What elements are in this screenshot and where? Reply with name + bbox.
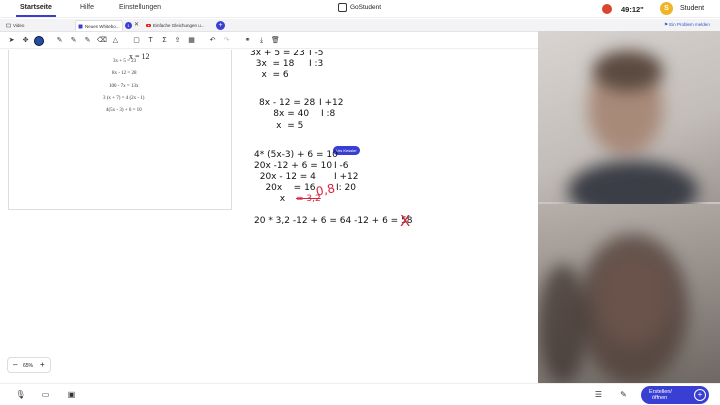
- plus-icon: +: [694, 389, 706, 401]
- tab-label: Neues Whitebo...: [85, 24, 120, 29]
- tab-user-badge: 1: [125, 22, 132, 29]
- tab-youtube[interactable]: Einfache Gleichungen u...: [144, 20, 214, 31]
- worksheet-page: x = 12 3x + 5 = 23 8x - 12 = 28 100 - 7x…: [8, 50, 232, 210]
- handwritten-operation: I -5: [309, 50, 324, 58]
- worksheet-line: 100 - 7x = 13x: [109, 84, 139, 89]
- report-problem-label: Ein Problem melden: [669, 22, 710, 27]
- zoom-out-button[interactable]: –: [13, 360, 17, 370]
- zoom-control: – 65% +: [7, 357, 51, 373]
- screen-share-icon[interactable]: ▣: [66, 389, 77, 400]
- tab-whiteboard[interactable]: Neues Whitebo...: [75, 20, 123, 31]
- download-icon[interactable]: ⤓: [257, 36, 266, 45]
- handwritten-equation: 20x = 16: [254, 183, 316, 193]
- handwritten-operation: I: 20: [336, 183, 356, 193]
- handwritten-equation: 20x -12 + 6 = 10: [254, 161, 333, 171]
- handwritten-operation: I +12: [334, 172, 359, 182]
- zoom-in-button[interactable]: +: [40, 360, 45, 370]
- logo-text: GoStudent: [350, 4, 382, 11]
- upload-icon[interactable]: ⇪: [173, 36, 182, 45]
- link-icon[interactable]: ⚭: [243, 36, 252, 45]
- video-icon: [6, 23, 11, 28]
- chat-icon[interactable]: ☰: [593, 389, 604, 400]
- select-icon[interactable]: ➤: [7, 36, 16, 45]
- whiteboard-edit-icon[interactable]: ✎: [618, 389, 629, 400]
- marker-icon[interactable]: ✎: [69, 36, 78, 45]
- table-icon[interactable]: ▦: [187, 36, 196, 45]
- worksheet-line: 3 (x + 7) = 4 (2x - 1): [103, 96, 145, 101]
- correction-annotation: 0,8: [314, 181, 337, 199]
- handwritten-equation: 8x - 12 = 28: [259, 98, 316, 108]
- handwritten-equation: x: [254, 194, 286, 204]
- handwritten-operation: I :8: [321, 109, 336, 119]
- tab-label: Einfache Gleichungen u...: [153, 23, 205, 28]
- handwritten-equation: 8x = 40: [259, 109, 310, 119]
- move-icon[interactable]: ✥: [21, 36, 30, 45]
- text-icon[interactable]: T: [146, 36, 155, 45]
- logo-icon: [338, 3, 347, 12]
- whiteboard-icon: [78, 24, 83, 29]
- handwritten-equation: x = 5: [259, 121, 304, 131]
- app-logo: GoStudent: [338, 3, 381, 12]
- worksheet-line: 3x + 5 = 23: [113, 59, 137, 64]
- shapes-icon[interactable]: △: [111, 36, 120, 45]
- delete-icon[interactable]: 🗑: [271, 36, 280, 45]
- whiteboard-toolbar: ➤ ✥ ✎ ✎ ✎ ⌫ △ ▢ T Σ ⇪ ▦ ↶ ↷ ⚭ ⤓ 🗑: [0, 33, 540, 49]
- top-bar: Startseite Hilfe Einstellungen GoStudent…: [0, 0, 720, 18]
- camera-icon[interactable]: ▭: [40, 389, 51, 400]
- nav-einstellungen[interactable]: Einstellungen: [119, 4, 161, 11]
- report-problem-link[interactable]: ⚑ Ein Problem melden: [664, 22, 710, 28]
- handwritten-equation: 3x + 5 = 23: [250, 50, 305, 58]
- frame-icon[interactable]: ▢: [132, 36, 141, 45]
- handwritten-equation: 4* (5x-3) + 6 = 10: [254, 150, 338, 160]
- tab-video[interactable]: Video: [4, 20, 72, 31]
- wrong-mark: X: [400, 212, 411, 230]
- eraser-icon[interactable]: ⌫: [97, 36, 107, 45]
- handwritten-equation: 3x = 18: [250, 59, 295, 69]
- whiteboard-canvas[interactable]: x = 12 3x + 5 = 23 8x - 12 = 28 100 - 7x…: [0, 50, 538, 382]
- highlighter-icon[interactable]: ✎: [83, 36, 92, 45]
- pen-icon[interactable]: ✎: [55, 36, 64, 45]
- formula-icon[interactable]: Σ: [160, 36, 169, 45]
- video-tile-student: [538, 204, 720, 383]
- redo-icon[interactable]: ↷: [222, 36, 231, 45]
- tomato-timer-icon: [602, 4, 612, 14]
- username[interactable]: Student: [680, 5, 704, 12]
- worksheet-line: 4(5x - 3) + 6 = 10: [106, 108, 142, 113]
- nav-startseite[interactable]: Startseite: [16, 4, 56, 17]
- bottom-bar: 🎙 ▭ ▣ ☰ ✎ Erstellen/ öffnen +: [0, 383, 720, 405]
- tab-label: Video: [13, 23, 25, 28]
- youtube-icon: [146, 24, 151, 27]
- video-panel: [538, 31, 720, 383]
- color-picker[interactable]: [34, 36, 44, 46]
- add-tab-button[interactable]: +: [216, 21, 225, 30]
- handwritten-check: 20 * 3,2 -12 + 6 = 64 -12 + 6 = 58: [254, 216, 413, 226]
- handwritten-operation: I -6: [334, 161, 349, 171]
- worksheet-line: 8x - 12 = 28: [112, 71, 137, 76]
- session-timer: 49:12": [621, 5, 644, 14]
- microphone-icon[interactable]: 🎙: [15, 389, 26, 400]
- nav-hilfe[interactable]: Hilfe: [80, 4, 94, 11]
- handwritten-equation: x = 6: [250, 70, 289, 80]
- video-tile-tutor: [538, 31, 720, 221]
- avatar[interactable]: S: [660, 2, 673, 15]
- handwritten-operation: I +12: [319, 98, 344, 108]
- undo-icon[interactable]: ↶: [208, 36, 217, 45]
- close-icon[interactable]: ✕: [134, 21, 139, 28]
- handwritten-operation: I :3: [309, 59, 324, 69]
- create-open-button[interactable]: Erstellen/ öffnen +: [641, 386, 709, 404]
- zoom-level: 65%: [23, 363, 34, 369]
- handwritten-equation: 20x - 12 = 4: [254, 172, 316, 182]
